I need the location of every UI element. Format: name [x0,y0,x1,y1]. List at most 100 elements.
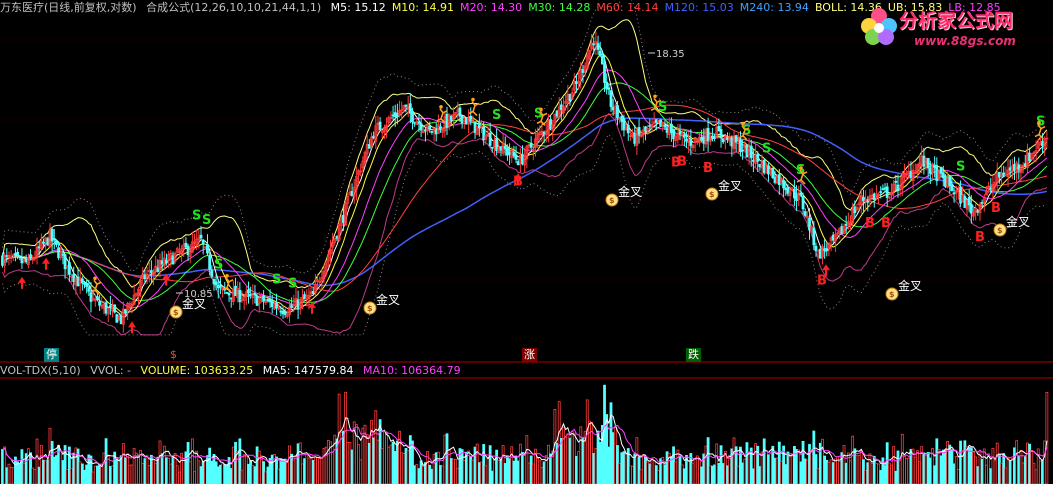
volume-bar [378,419,382,484]
candle-body [762,159,766,174]
candle-body [508,151,511,155]
volume-indicator-name[interactable]: VOL-TDX(5,10) [0,364,81,377]
volume-bar [801,440,805,484]
candle-body [490,146,494,149]
candle-body [156,267,160,272]
volume-bar [167,457,171,484]
volume-bar [831,462,835,484]
volume-bar [236,451,240,484]
sell-label: S [272,273,281,288]
volume-bar [622,451,626,484]
volume-bar [91,471,95,484]
volume-bar [244,455,248,484]
ma10-line [2,53,1048,314]
volume-bar [42,459,45,484]
volume-bar [717,463,721,484]
volume-bar [29,452,32,484]
volume-bar [967,446,971,484]
volume-bar [518,443,522,484]
volume-bar [1028,443,1032,484]
volume-bar [752,468,755,484]
volume-bar [387,446,391,484]
volume-bar [510,446,514,484]
volume-bar [514,456,518,484]
candle-body [786,187,790,194]
money-bag-icon: $ [997,226,1003,235]
candle-body [952,192,956,195]
money-bag-icon: $ [889,290,895,299]
volume-bar [885,442,889,484]
volume-bar [805,459,809,484]
volume-bar [650,458,654,484]
volume-bar [285,462,289,484]
volume-bar [823,455,827,484]
event-marker-dollar[interactable]: $ [168,348,179,362]
volume-bar [808,444,811,484]
volume-bar [70,468,73,484]
candle-body [14,253,17,256]
volume-bar [900,433,904,484]
volume-bar [538,460,542,484]
candle-body [469,115,473,122]
volume-bar [764,450,768,484]
volume-bar [898,460,902,484]
volume-bar [540,467,544,484]
volume-bar [417,468,421,484]
volume-bar [762,438,766,484]
sell-label: S [288,276,297,291]
watermark-url: www.88gs.com [914,34,1016,48]
volume-bar [383,431,386,484]
volume-bar [406,450,410,484]
candle-body [529,142,533,148]
volume-bar [253,466,257,484]
volume-bar [14,456,17,484]
volume-bar [305,453,309,484]
volume-bar [115,457,119,484]
volume-bar [307,457,311,484]
volume-bar [229,468,233,484]
event-marker-fall[interactable]: 跌 [686,348,701,362]
volume-bar [152,460,155,484]
volume-bar [165,457,168,484]
volume-bar [972,451,975,484]
candle-body [372,135,376,139]
volume-bar [944,449,947,484]
volume-bar [844,462,848,484]
candle-body [600,55,604,65]
volume-bar [855,454,859,484]
volume-bar [35,438,39,484]
stock-title[interactable]: 万东医疗(日线,前复权,对数) [0,1,137,14]
volume-bar [223,464,227,484]
chart-canvas[interactable]: BBBBBBBBBSSSSSSSSSSSSS$金叉$金叉$金叉$金叉$金叉$金叉… [0,0,1053,484]
volume-bar [169,463,173,484]
volume-bar [16,461,20,484]
candle-body [626,125,630,134]
volume-bar [611,432,615,484]
volume-bar [201,460,205,484]
candle-body [706,127,710,142]
volume-bar [158,440,162,484]
volume-bar [65,469,69,484]
candle-body [165,259,168,264]
formula-name[interactable]: 合成公式(12,26,10,10,21,44,1,1) [146,1,321,14]
volume-bar [501,445,505,484]
candle-body [1,255,4,266]
volume-bar [859,450,863,484]
volume-bar [959,440,962,484]
candlesticks[interactable] [1,31,1049,333]
volume-bars[interactable] [1,384,1049,484]
volume-bar [913,456,917,484]
volume-bar [570,430,574,484]
volume-bar [575,455,578,484]
candle-body [745,144,749,158]
candle-body [342,215,345,223]
volume-bar [124,457,127,484]
event-marker-rise[interactable]: 涨 [522,348,537,362]
event-marker-halt[interactable]: 停 [44,348,59,362]
candle-body [756,153,760,162]
volume-bar [821,438,824,484]
money-bag-icon: $ [609,196,615,205]
volume-bar [1030,449,1034,484]
candle-body [482,126,486,141]
volume-bar [989,468,993,484]
